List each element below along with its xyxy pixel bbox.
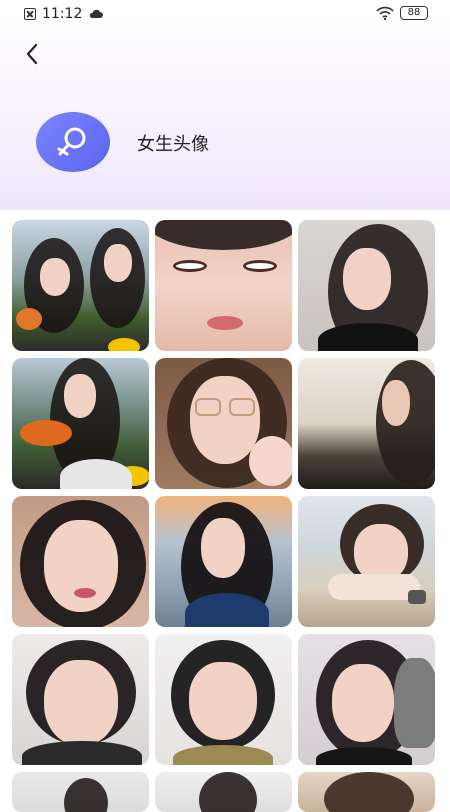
avatar-tile[interactable] <box>155 634 292 765</box>
avatar-tile[interactable] <box>298 496 435 627</box>
avatar-tile[interactable] <box>155 358 292 489</box>
notification-icon <box>24 8 36 20</box>
back-button[interactable] <box>14 36 50 72</box>
avatar-tile[interactable] <box>155 220 292 351</box>
status-time: 11:12 <box>42 6 83 22</box>
avatar-tile[interactable] <box>155 496 292 627</box>
battery-indicator: 88 <box>400 6 428 20</box>
avatar-tile[interactable] <box>298 220 435 351</box>
page-title: 女生头像 <box>137 134 209 155</box>
wifi-icon <box>376 6 394 20</box>
header-background <box>0 0 450 210</box>
category-avatar <box>36 112 110 172</box>
status-right: 88 <box>376 6 428 20</box>
avatar-tile[interactable] <box>298 772 435 812</box>
avatar-tile[interactable] <box>12 772 149 812</box>
avatar-tile[interactable] <box>12 496 149 627</box>
chevron-left-icon <box>26 43 38 65</box>
avatar-tile[interactable] <box>12 358 149 489</box>
status-bar: 11:12 88 <box>0 0 450 30</box>
avatar-tile[interactable] <box>12 634 149 765</box>
avatar-grid-partial-row <box>12 772 438 812</box>
female-symbol-icon <box>57 127 86 156</box>
avatar-tile[interactable] <box>298 634 435 765</box>
avatar-tile[interactable] <box>155 772 292 812</box>
status-left: 11:12 <box>24 6 104 22</box>
avatar-tile[interactable] <box>12 220 149 351</box>
cloud-icon <box>90 9 104 18</box>
avatar-grid <box>12 220 438 765</box>
avatar-tile[interactable] <box>298 358 435 489</box>
